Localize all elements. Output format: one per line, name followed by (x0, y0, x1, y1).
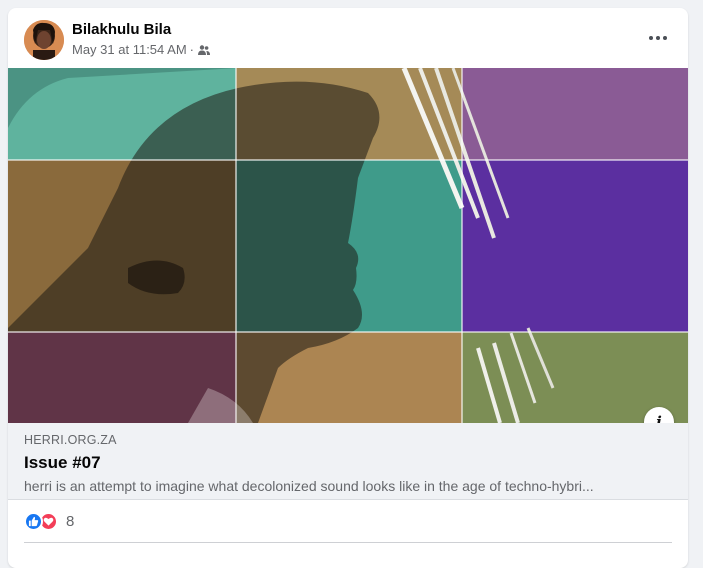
post-meta: May 31 at 11:54 AM · (72, 42, 211, 57)
meta-separator: · (189, 42, 195, 57)
post-header: Bilakhulu Bila May 31 at 11:54 AM · (8, 8, 688, 68)
like-reaction-icon (24, 511, 43, 531)
post-card: Bilakhulu Bila May 31 at 11:54 AM · i HE… (8, 8, 688, 568)
reaction-count[interactable]: 8 (66, 513, 74, 530)
link-title[interactable]: Issue #07 (24, 453, 672, 473)
author-name[interactable]: Bilakhulu Bila (72, 21, 171, 38)
link-preview-meta[interactable]: HERRI.ORG.ZA Issue #07 herri is an attem… (8, 423, 688, 500)
friends-icon[interactable] (198, 44, 211, 56)
reactions-summary[interactable]: 8 (24, 510, 74, 532)
link-domain: HERRI.ORG.ZA (24, 433, 117, 447)
post-timestamp[interactable]: May 31 at 11:54 AM (72, 42, 187, 57)
divider (24, 542, 672, 543)
link-description: herri is an attempt to imagine what deco… (24, 478, 594, 494)
link-preview-image[interactable]: i (8, 68, 688, 423)
author-avatar[interactable] (24, 20, 64, 60)
more-options-icon[interactable] (644, 26, 672, 50)
